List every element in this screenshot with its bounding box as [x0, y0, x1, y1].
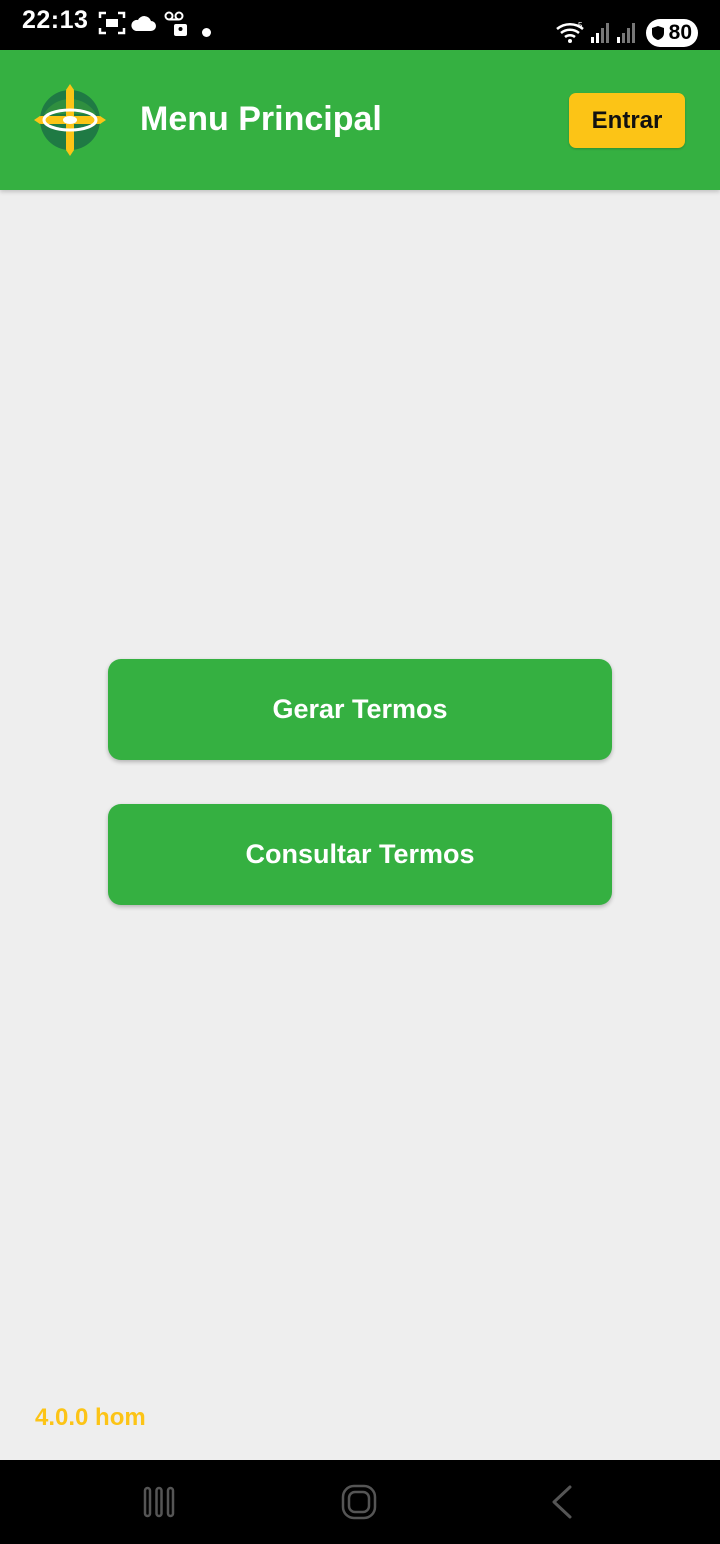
- app-bar: Menu Principal Entrar: [0, 50, 720, 190]
- signal-icon-2: [616, 22, 638, 49]
- generate-terms-button[interactable]: Gerar Termos: [108, 659, 612, 760]
- wifi-icon: 5: [556, 20, 586, 49]
- svg-text:5: 5: [578, 21, 583, 30]
- login-button[interactable]: Entrar: [569, 93, 685, 148]
- voicemail-icon: [164, 10, 190, 43]
- status-bar: 22:13 5 80: [0, 0, 720, 50]
- consult-terms-button[interactable]: Consultar Termos: [108, 804, 612, 905]
- battery-icon: 80: [646, 19, 698, 47]
- notification-dot-icon: [202, 28, 211, 37]
- page-title: Menu Principal: [140, 100, 382, 138]
- back-icon[interactable]: [548, 1484, 576, 1525]
- cloud-icon: [130, 14, 156, 37]
- status-time: 22:13: [22, 6, 89, 34]
- navigation-bar: [0, 1460, 720, 1544]
- app-logo-icon: [34, 84, 106, 156]
- recent-apps-icon[interactable]: [143, 1484, 175, 1525]
- battery-level: 80: [668, 21, 692, 44]
- home-icon[interactable]: [341, 1484, 377, 1525]
- version-label: 4.0.0 hom: [35, 1404, 146, 1431]
- signal-icon: [590, 22, 612, 49]
- screenshot-icon: [98, 10, 126, 41]
